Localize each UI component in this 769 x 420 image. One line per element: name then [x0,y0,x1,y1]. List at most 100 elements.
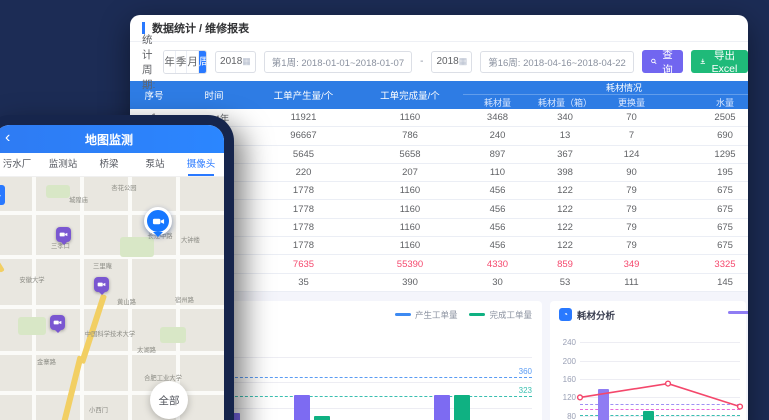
table-cell: 220 [250,167,357,178]
table-cell: 55390 [357,259,463,270]
period-label: 统计周期: [142,32,155,92]
map-label: 太湖路 [137,346,156,355]
map-canvas[interactable]: › 全部 杏花公园城隍庙长江中路三孝口三里庵安徽大学黄山路宿州路大钟楼中国科学技… [0,177,224,420]
phone-tab-bar: 污水厂监测站桥梁泵站摄像头 [0,153,224,177]
table-cell: 1778 [250,204,357,215]
table-cell: 675 [665,222,748,233]
y-axis-tick: 120 [563,393,576,402]
period-option-年[interactable]: 年 [164,51,176,73]
end-week-input[interactable]: 第16周: 2018-04-16~2018-04-22 [480,51,634,73]
period-option-周[interactable]: 周 [199,51,207,73]
end-year-value: 2018 [436,56,458,67]
sub-column-header: 耗材量 [463,96,532,109]
search-icon [651,57,657,66]
table-cell: 690 [665,130,748,141]
table-cell: 5658 [357,149,463,160]
table-cell: 122 [532,204,598,215]
end-year-select[interactable]: 2018 ▦ [431,51,472,73]
export-label: 导出Excel [710,48,739,75]
bar-generated [294,395,310,420]
legend-item[interactable]: 完成工单量 [469,309,532,321]
table-cell: 79 [598,222,665,233]
table-cell: 1160 [357,112,463,123]
table-cell: 859 [532,259,598,270]
table-cell: 79 [598,204,665,215]
camera-marker[interactable] [56,227,71,242]
map-label: 三里庵 [93,262,112,271]
export-excel-button[interactable]: 导出Excel [691,50,748,73]
column-header: 序号 [130,88,178,102]
back-icon[interactable]: ‹ [5,129,10,147]
reference-line-label: 323 [519,386,532,395]
map-label: 中国科学技术大学 [85,330,135,339]
sub-column-header: 耗材量（箱） [532,96,598,109]
table-cell: 122 [532,240,598,251]
workorder-bar-chart: 360323 [220,331,532,420]
period-option-季[interactable]: 季 [176,51,188,73]
period-option-月[interactable]: 月 [187,51,199,73]
video-camera-icon [53,318,62,327]
table-cell: 3325 [665,259,748,270]
table-header: 序号时间工单产生量/个工单完成量/个耗材情况耗材量耗材量（箱）更换量水量 [130,81,748,109]
video-camera-icon [152,215,165,228]
chart-legend: 产生工单量完成工单量 [395,309,532,321]
table-cell: 111 [598,277,665,288]
y-axis-tick: 200 [563,357,576,366]
table-cell: 7 [598,130,665,141]
table-cell: 390 [357,277,463,288]
phone-tab-摄像头[interactable]: 摄像头 [178,153,224,176]
start-year-select[interactable]: 2018 ▦ [215,51,256,73]
phone-tab-桥梁[interactable]: 桥梁 [86,153,132,176]
table-cell: 122 [532,185,598,196]
table-cell: 367 [532,149,598,160]
video-camera-icon [59,230,68,239]
breadcrumb-bar: 数据统计 / 维修报表 [130,15,748,42]
map-park [46,185,70,198]
map-label: 城隍庙 [69,196,88,205]
legend-item[interactable]: 产生工单量 [395,309,458,321]
legend-label: 产生工单量 [415,309,458,321]
camera-marker[interactable] [94,277,109,292]
camera-marker-selected[interactable] [144,207,172,235]
table-cell: 1160 [357,222,463,233]
consumables-bar-chart: 2402001601208040 [580,333,740,420]
group-header: 耗材情况 [463,81,748,95]
start-week-input[interactable]: 第1周: 2018-01-01~2018-01-07 [264,51,412,73]
table-cell: 675 [665,204,748,215]
map-label: 金寨路 [37,358,56,367]
calendar-icon: ▦ [242,56,251,67]
phone-screen: ‹ 地图监测 污水厂监测站桥梁泵站摄像头 › 全部 杏花公园城隍庙长江中路三孝口… [0,125,224,420]
table-cell: 207 [357,167,463,178]
table-cell: 4330 [463,259,532,270]
table-cell: 3468 [463,112,532,123]
table-cell: 79 [598,240,665,251]
query-label: 查询 [661,47,675,77]
table-cell: 53 [532,277,598,288]
table-cell: 1778 [250,222,357,233]
table-cell: 90 [598,167,665,178]
table-cell: 340 [532,112,598,123]
table-cell: 35 [250,277,357,288]
table-cell: 1778 [250,185,357,196]
phone-tab-泵站[interactable]: 泵站 [132,153,178,176]
query-button[interactable]: 查询 [642,50,684,73]
filter-row: 统计周期: 年季月周日 2018 ▦ 第1周: 2018-01-01~2018-… [130,42,748,81]
expand-panel-toggle[interactable]: › [0,185,5,205]
table-cell: 30 [463,277,532,288]
table-cell: 1160 [357,240,463,251]
camera-marker[interactable] [50,315,65,330]
table-cell: 5645 [250,149,357,160]
map-label: 合肥工业大学 [144,374,182,383]
table-cell: 456 [463,240,532,251]
map-label: 宿州路 [175,296,194,305]
map-park [160,327,186,343]
sub-column-header: 水量 [665,96,748,109]
all-filter-button[interactable]: 全部 [150,381,188,419]
map-road [32,177,36,420]
table-cell: 1160 [357,185,463,196]
phone-tab-污水厂[interactable]: 污水厂 [0,153,40,176]
table-cell: 240 [463,130,532,141]
chart-gridline [220,357,532,358]
map-label: 安徽大学 [19,276,44,285]
phone-tab-监测站[interactable]: 监测站 [40,153,86,176]
